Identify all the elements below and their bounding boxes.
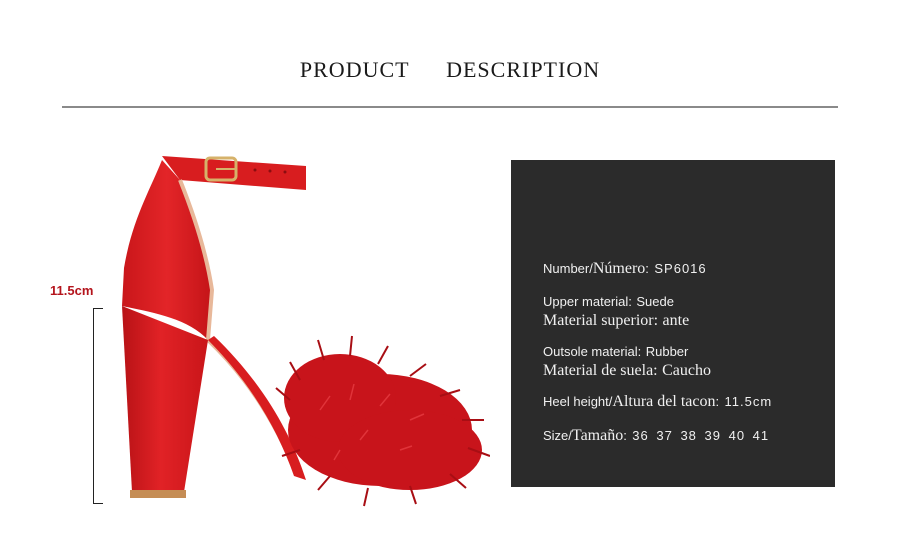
spec-outsole-row: Outsole material: Rubber Material de sue… [543, 343, 711, 380]
spec-size-en: Size/ [543, 428, 572, 443]
spec-heel-en: Heel height/ [543, 394, 613, 409]
spec-size-es: Tamaño [571, 427, 624, 444]
heel-height-measurement-label: 11.5cm [50, 283, 94, 298]
spec-heel-es: Altura del tacon [612, 393, 716, 410]
spec-outsole-es-value: Caucho [662, 362, 711, 379]
spec-size-sep: : [623, 428, 628, 443]
spec-outsole-en: Outsole material: [543, 344, 642, 359]
title-word-description: DESCRIPTION [446, 57, 601, 82]
spec-number-value: SP6016 [654, 261, 707, 276]
spec-heel-sep: : [715, 394, 721, 409]
spec-number-sep: : [645, 261, 650, 276]
spec-upper-row: Upper material: Suede Material superior:… [543, 293, 689, 330]
page-title: PRODUCT DESCRIPTION [0, 57, 900, 83]
spec-size-row: Size/Tamaño: 36 37 38 39 40 41 [543, 427, 769, 445]
spec-size-value: 36 37 38 39 40 41 [632, 428, 770, 443]
spec-panel: Number/Número: SP6016 Upper material: Su… [511, 160, 835, 487]
spec-number-row: Number/Número: SP6016 [543, 260, 707, 278]
spec-upper-en: Upper material: [543, 294, 632, 309]
spec-upper-es: Material superior: [543, 312, 659, 329]
red-sandal-image [122, 156, 490, 507]
spec-heel-row: Heel height/Altura del tacon: 11.5cm [543, 393, 772, 411]
heel-height-bracket [93, 308, 103, 504]
header-divider [62, 106, 838, 108]
spec-upper-es-value: ante [662, 312, 690, 329]
title-word-product: PRODUCT [299, 57, 410, 82]
spec-outsole-es: Material de suela: [543, 362, 658, 379]
spec-outsole-en-value: Rubber [645, 344, 689, 359]
spec-number-en: Number/ [543, 261, 593, 276]
spec-number-es: Número [592, 260, 646, 277]
spec-heel-value: 11.5cm [724, 394, 773, 409]
spec-upper-en-value: Suede [636, 294, 674, 309]
